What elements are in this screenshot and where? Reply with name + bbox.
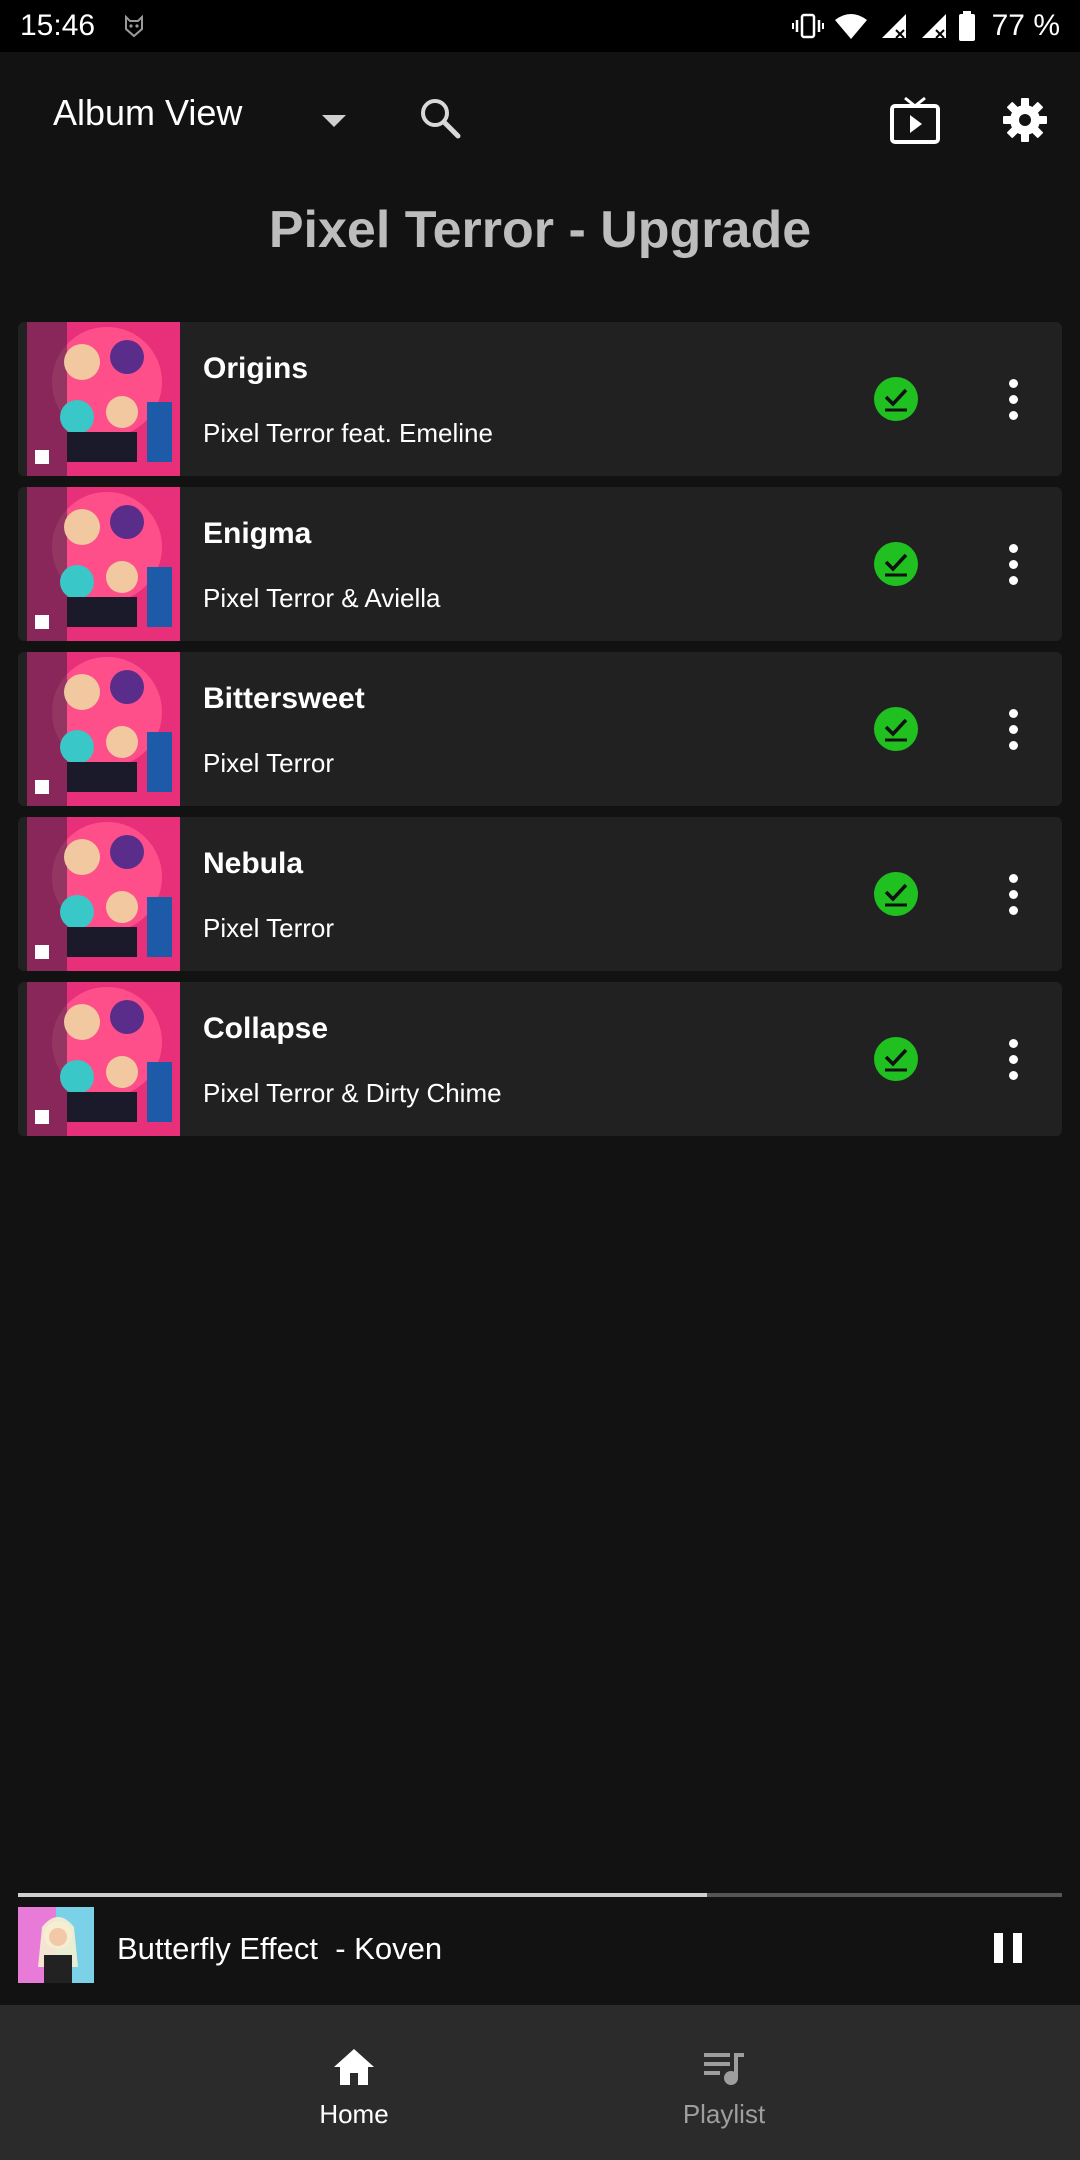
nav-home-label: Home: [319, 2099, 389, 2129]
status-bar: 15:46 77 %: [0, 0, 1080, 52]
more-options-icon[interactable]: [990, 376, 1036, 422]
more-options-icon[interactable]: [990, 871, 1036, 917]
more-options-icon[interactable]: [990, 541, 1036, 587]
status-time: 15:46: [20, 9, 96, 42]
more-options-icon[interactable]: [990, 706, 1036, 752]
search-icon[interactable]: [418, 96, 462, 140]
track-artist: Pixel Terror feat. Emeline: [203, 418, 493, 448]
signal-icon-2: [921, 14, 946, 39]
cast-tv-icon[interactable]: [889, 96, 941, 146]
track-row[interactable]: Origins Pixel Terror feat. Emeline: [18, 322, 1062, 476]
track-artist: Pixel Terror: [203, 913, 335, 943]
album-title: Pixel Terror - Upgrade: [268, 201, 812, 259]
downloaded-check-icon: [874, 1037, 918, 1081]
gear-icon[interactable]: [1002, 97, 1048, 143]
downloaded-check-icon: [874, 872, 918, 916]
track-row[interactable]: Enigma Pixel Terror & Aviella: [18, 487, 1062, 641]
signal-icon: [881, 14, 906, 39]
view-selector[interactable]: Album View: [53, 92, 242, 134]
home-icon: [334, 2049, 374, 2085]
playlist-icon: [704, 2053, 744, 2085]
album-art: [27, 652, 180, 806]
now-playing-art: [18, 1907, 94, 1983]
track-artist: Pixel Terror & Dirty Chime: [203, 1078, 502, 1108]
downloaded-check-icon: [874, 707, 918, 751]
nav-playlist-label: Playlist: [682, 2099, 766, 2129]
track-artist: Pixel Terror: [203, 748, 335, 778]
track-title: Origins: [203, 352, 309, 385]
view-selector-label: Album View: [53, 92, 243, 133]
track-title: Collapse: [203, 1012, 329, 1045]
pause-icon[interactable]: [988, 1931, 1028, 1965]
track-title: Nebula: [203, 847, 304, 880]
album-art: [27, 487, 180, 641]
nav-home[interactable]: Home: [229, 2005, 479, 2160]
bottom-navigation: Home Playlist: [0, 2005, 1080, 2160]
nav-playlist[interactable]: Playlist: [599, 2005, 849, 2160]
battery-percentage: 77 %: [991, 9, 1060, 42]
downloaded-check-icon: [874, 542, 918, 586]
track-title: Bittersweet: [203, 682, 365, 715]
app-bar: Album View: [0, 52, 1080, 188]
notification-icon: [125, 14, 144, 38]
now-playing-title: Butterfly Effect - Koven: [117, 1931, 443, 1966]
vibrate-icon: [791, 13, 824, 39]
track-list: Origins Pixel Terror feat. Emeline Enigm…: [18, 322, 1062, 1147]
battery-icon: [958, 11, 975, 41]
chevron-down-icon[interactable]: [322, 115, 346, 127]
album-art: [27, 322, 180, 476]
track-artist: Pixel Terror & Aviella: [203, 583, 441, 613]
album-art: [27, 982, 180, 1136]
track-title: Enigma: [203, 517, 312, 550]
more-options-icon[interactable]: [990, 1036, 1036, 1082]
track-row[interactable]: Nebula Pixel Terror: [18, 817, 1062, 971]
mini-player[interactable]: Butterfly Effect - Koven: [0, 1897, 1080, 2005]
wifi-icon: [834, 14, 867, 39]
track-row[interactable]: Collapse Pixel Terror & Dirty Chime: [18, 982, 1062, 1136]
album-art: [27, 817, 180, 971]
track-row[interactable]: Bittersweet Pixel Terror: [18, 652, 1062, 806]
downloaded-check-icon: [874, 377, 918, 421]
status-icons: 77 %: [791, 9, 1060, 43]
